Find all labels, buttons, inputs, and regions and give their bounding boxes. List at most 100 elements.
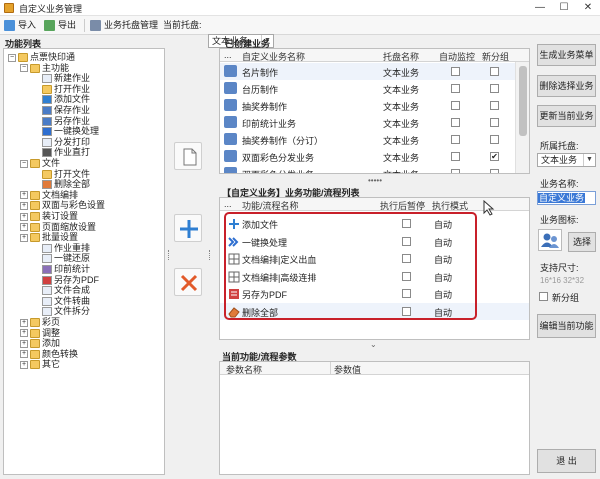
splitter-handle-left[interactable] (168, 250, 170, 260)
collapse-icon[interactable]: − (8, 53, 16, 62)
tree-node[interactable]: 作业直打 (32, 147, 90, 158)
function-tree[interactable]: − 点票快印通 − 主功能 新建作业 打开作业 添加文件 保存作业 另存作业 一键换处理 分发打印作… (3, 48, 165, 475)
tree-node[interactable]: 新建作业 (32, 73, 90, 84)
collapse-icon[interactable]: − (20, 159, 28, 168)
document-icon (42, 254, 52, 264)
new-group-checkbox[interactable] (490, 118, 499, 127)
new-group-checkbox[interactable] (490, 169, 499, 173)
expand-icon[interactable]: + (20, 339, 28, 348)
tree-node[interactable]: + 装订设置 (20, 211, 78, 222)
service-name-input[interactable]: 自定义业务 (537, 191, 596, 205)
expand-icon[interactable]: + (20, 212, 28, 221)
auto-monitor-checkbox[interactable] (451, 84, 460, 93)
service-row[interactable]: 名片制作 文本业务 (220, 63, 515, 80)
expand-icon[interactable]: + (20, 191, 28, 200)
created-scrollbar[interactable] (515, 62, 529, 173)
tray-manage-button[interactable]: 业务托盘管理 (90, 18, 158, 33)
new-group-checkbox[interactable] (490, 135, 499, 144)
collapse-chevron-icon[interactable]: ⌄ (370, 340, 377, 349)
service-row[interactable]: 抽奖券制作（分订） 文本业务 (220, 131, 515, 148)
service-name-value: 自定义业务 (538, 193, 586, 203)
tree-node[interactable]: + 彩页 (20, 317, 60, 328)
service-row[interactable]: 双面彩色分发业务 文本业务 (220, 165, 515, 173)
folder-icon (30, 222, 40, 232)
document-icon (42, 137, 52, 147)
auto-monitor-checkbox[interactable] (451, 67, 460, 76)
auto-monitor-checkbox[interactable] (451, 152, 460, 161)
service-row[interactable]: 台历制作 文本业务 (220, 80, 515, 97)
expand-icon[interactable]: + (20, 329, 28, 338)
expand-icon[interactable]: + (20, 318, 28, 327)
maximize-button[interactable]: ☐ (552, 0, 576, 16)
col-new-group: 新分组 (482, 52, 510, 62)
tree-node[interactable]: + 其它 (20, 359, 60, 370)
generate-menu-button[interactable]: 生成业务菜单 (537, 44, 596, 66)
delete-selected-button[interactable]: 删除选择业务 (537, 75, 596, 97)
tree-node[interactable]: 删除全部 (32, 179, 90, 190)
tree-node[interactable]: + 页面缩放设置 (20, 222, 96, 233)
tree-node-label: 作业直打 (54, 147, 91, 158)
toolbar: 导入 导出 业务托盘管理 当前托盘: 文本业务 ▼ (0, 16, 600, 48)
tree-node-label: 打开文件 (54, 168, 91, 179)
tree-node[interactable]: + 双面与彩色设置 (20, 200, 105, 211)
minimize-button[interactable]: — (528, 0, 552, 16)
current-tray-label: 当前托盘: (163, 20, 202, 30)
tree-node[interactable]: + 添加 (20, 338, 60, 349)
auto-monitor-checkbox[interactable] (451, 169, 460, 173)
expand-icon[interactable]: + (20, 201, 28, 210)
exit-button[interactable]: 退 出 (537, 449, 596, 473)
tree-node[interactable]: 另存为PDF (32, 275, 99, 286)
new-group-checkbox[interactable] (490, 101, 499, 110)
import-button[interactable]: 导入 (4, 18, 36, 33)
tree-node[interactable]: + 调整 (20, 328, 60, 339)
created-grid[interactable]: ... 自定义业务名称 托盘名称 自动监控 新分组 名片制作 文本业务 台历制作 文本… (219, 48, 530, 174)
select-icon-button[interactable]: 选择 (568, 232, 596, 252)
tree-node[interactable]: 文件拆分 (32, 306, 90, 317)
export-button[interactable]: 导出 (44, 18, 76, 33)
edit-current-button[interactable]: 编辑当前功能 (537, 314, 596, 338)
update-current-button[interactable]: 更新当前业务 (537, 105, 596, 127)
service-row[interactable]: 印前统计业务 文本业务 (220, 114, 515, 131)
splitter-dots[interactable]: ••••• (368, 176, 382, 185)
new-group-checkbox[interactable] (490, 84, 499, 93)
splitter-handle-middle[interactable] (209, 250, 211, 260)
auto-monitor-checkbox[interactable] (451, 101, 460, 110)
params-grid-header: 参数名称 参数值 (220, 362, 529, 375)
tree-node[interactable]: 一键还原 (32, 253, 90, 264)
service-row[interactable]: 抽奖券制作 文本业务 (220, 97, 515, 114)
window-title: 自定义业务管理 (19, 4, 83, 14)
new-doc-button[interactable] (174, 142, 202, 170)
expand-icon[interactable]: + (20, 223, 28, 232)
remove-button[interactable] (174, 268, 202, 296)
tree-node[interactable]: − 主功能 (20, 63, 69, 74)
tree-node[interactable]: − 点票快印通 (8, 52, 75, 63)
new-group-checkbox[interactable]: ✔ (490, 152, 499, 161)
new-group-checkbox[interactable] (490, 67, 499, 76)
tree-node[interactable]: − 文件 (20, 158, 60, 169)
auto-monitor-checkbox[interactable] (451, 135, 460, 144)
tree-node[interactable]: 另存作业 (32, 116, 90, 127)
tree-node[interactable]: 添加文件 (32, 94, 90, 105)
tree-node[interactable]: 印前统计 (32, 264, 90, 275)
params-grid[interactable]: 参数名称 参数值 (219, 361, 530, 475)
folder-icon (30, 63, 40, 73)
new-group-checkbox[interactable] (539, 292, 548, 301)
service-row[interactable]: 双面彩色分发业务 文本业务 ✔ (220, 148, 515, 165)
service-name: 名片制作 (242, 68, 279, 78)
expand-icon[interactable]: + (20, 360, 28, 369)
tray-select[interactable]: 文本业务 ▼ (537, 153, 596, 167)
tree-node[interactable]: + 批量设置 (20, 232, 78, 243)
expand-icon[interactable]: + (20, 233, 28, 242)
tree-node[interactable]: 文件合成 (32, 285, 90, 296)
tree-node[interactable]: 打开文件 (32, 169, 90, 180)
document-icon (42, 286, 52, 296)
add-button[interactable] (174, 214, 202, 242)
collapse-icon[interactable]: − (20, 64, 28, 73)
scrollbar-thumb[interactable] (519, 66, 527, 136)
close-button[interactable]: ✕ (576, 0, 600, 16)
tree-node[interactable]: 保存作业 (32, 105, 90, 116)
expand-icon[interactable]: + (20, 350, 28, 359)
tree-node[interactable]: 一键换处理 (32, 126, 99, 137)
auto-monitor-checkbox[interactable] (451, 118, 460, 127)
tree-node-label: 保存作业 (54, 105, 91, 115)
